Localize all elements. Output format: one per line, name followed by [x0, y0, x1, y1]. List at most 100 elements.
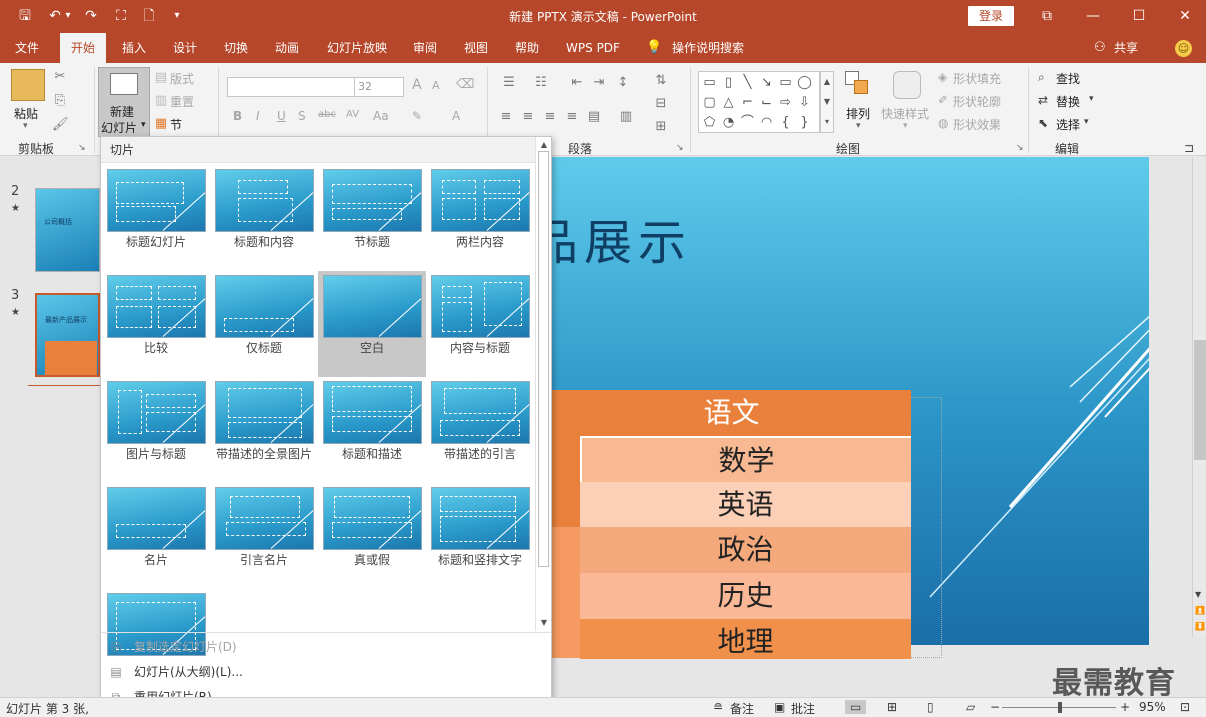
- quick-styles-dropdown-icon[interactable]: ▾: [903, 121, 908, 131]
- scroll-down-icon[interactable]: ▼: [1195, 590, 1201, 599]
- layout-option[interactable]: 比较: [102, 271, 210, 377]
- text-shadow-icon[interactable]: S: [298, 109, 306, 123]
- layout-option[interactable]: 节标题: [318, 165, 426, 271]
- reading-view-icon[interactable]: ▯: [927, 700, 934, 714]
- shape-effects-icon[interactable]: ◍: [938, 116, 948, 130]
- close-button[interactable]: ✕: [1170, 4, 1200, 28]
- reset-label[interactable]: 重置: [170, 93, 194, 110]
- change-case-icon[interactable]: Aa: [373, 109, 389, 123]
- connector-shape-icon[interactable]: ⌐: [739, 94, 756, 111]
- layout-option[interactable]: 真或假: [318, 483, 426, 589]
- start-from-beginning-icon[interactable]: ⛶: [110, 6, 132, 26]
- more-shapes-icon[interactable]: ▾: [821, 112, 833, 132]
- drawing-launcher-icon[interactable]: ↘: [1016, 143, 1024, 153]
- scroll-down-icon[interactable]: ▼: [821, 92, 833, 112]
- find-icon[interactable]: ⌕: [1038, 70, 1045, 85]
- slide-sorter-icon[interactable]: ⊞: [887, 700, 897, 714]
- font-size-combo[interactable]: 32: [354, 77, 404, 97]
- strikethrough-icon[interactable]: abc: [318, 109, 336, 120]
- arrange-dropdown-icon[interactable]: ▾: [856, 121, 861, 131]
- paste-icon[interactable]: [11, 69, 45, 101]
- shape-outline-icon[interactable]: ✐: [938, 93, 948, 107]
- layout-option[interactable]: 标题和竖排文字: [426, 483, 534, 589]
- notes-button[interactable]: 备注: [730, 700, 754, 717]
- login-button[interactable]: 登录: [968, 6, 1014, 26]
- reset-icon[interactable]: ▥: [154, 93, 168, 108]
- distributed-icon[interactable]: ▤: [585, 109, 603, 124]
- tab-file[interactable]: 文件: [4, 33, 50, 63]
- justify-icon[interactable]: ≡: [563, 109, 581, 124]
- feedback-smiley-icon[interactable]: ☺: [1175, 40, 1192, 57]
- scrollbar-thumb[interactable]: [538, 151, 549, 567]
- slideshow-view-icon[interactable]: ▱: [966, 700, 975, 714]
- next-slide-icon[interactable]: ⏬: [1195, 622, 1205, 631]
- arrow-line-shape-icon[interactable]: ↘: [758, 74, 775, 91]
- normal-view-icon[interactable]: ▭: [845, 700, 867, 714]
- fit-to-window-icon[interactable]: ⊡: [1180, 700, 1190, 714]
- previous-slide-icon[interactable]: ⏫: [1195, 606, 1205, 615]
- layout-option[interactable]: 标题和描述: [318, 377, 426, 483]
- slide-title[interactable]: 品展示: [530, 203, 692, 273]
- shape-outline-label[interactable]: 形状轮廓: [953, 93, 1001, 110]
- line-spacing-icon[interactable]: ↕: [613, 75, 633, 90]
- slides-from-outline-menu-item[interactable]: ▤ 幻灯片(从大纲)(L)...: [101, 660, 535, 684]
- paste-label[interactable]: 粘贴: [14, 105, 38, 122]
- tab-design[interactable]: 设计: [162, 33, 208, 63]
- layout-option[interactable]: 名片: [102, 483, 210, 589]
- columns-icon[interactable]: ▥: [617, 109, 635, 124]
- paste-dropdown-icon[interactable]: ▾: [23, 121, 28, 131]
- new-file-icon[interactable]: 🗋: [138, 6, 160, 26]
- replace-dropdown-icon[interactable]: ▾: [1089, 94, 1094, 104]
- convert-smartart-icon[interactable]: ⊞: [651, 119, 671, 134]
- shrink-font-icon[interactable]: A: [432, 79, 440, 92]
- zoom-out-icon[interactable]: −: [990, 700, 1000, 714]
- quick-styles-icon[interactable]: [893, 71, 921, 99]
- table-row[interactable]: 数学: [580, 436, 911, 482]
- oval-shape-icon[interactable]: ◯: [796, 74, 813, 91]
- shapes-gallery[interactable]: ▭ ▯ ╲ ↘ ▭ ◯ ▢ △ ⌐ ⌙ ⇨ ⇩ ⬠ ◔ ⌒ ◠ { }: [698, 71, 820, 133]
- scroll-up-icon[interactable]: ▲: [821, 72, 833, 92]
- quick-styles-label[interactable]: 快速样式: [881, 105, 929, 122]
- shape-effects-label[interactable]: 形状效果: [953, 116, 1001, 133]
- align-left-icon[interactable]: ≡: [497, 109, 515, 124]
- align-text-icon[interactable]: ⊟: [651, 96, 671, 111]
- tab-help[interactable]: 帮助: [504, 33, 550, 63]
- scroll-down-icon[interactable]: ▼: [538, 617, 550, 629]
- tab-slideshow[interactable]: 幻灯片放映: [318, 33, 396, 63]
- replace-label[interactable]: 替换: [1056, 93, 1080, 110]
- minimize-button[interactable]: —: [1078, 4, 1108, 28]
- tab-transitions[interactable]: 切换: [213, 33, 259, 63]
- layout-option[interactable]: 带描述的引言: [426, 377, 534, 483]
- gallery-scrollbar[interactable]: ▲ ▼: [535, 137, 551, 631]
- new-slide-button[interactable]: 新建 幻灯片 ▾: [98, 67, 150, 137]
- zoom-in-icon[interactable]: +: [1120, 700, 1130, 714]
- zoom-level[interactable]: 95%: [1139, 700, 1166, 714]
- decrease-indent-icon[interactable]: ⇤: [567, 75, 587, 90]
- layout-option[interactable]: 引言名片: [210, 483, 318, 589]
- textbox-shape-icon[interactable]: ▭: [701, 74, 718, 91]
- right-arrow-shape-icon[interactable]: ⇨: [777, 94, 794, 111]
- tab-animations[interactable]: 动画: [264, 33, 310, 63]
- scrollbar-thumb[interactable]: [1194, 340, 1206, 460]
- char-spacing-icon[interactable]: AV: [346, 109, 359, 120]
- left-brace-shape-icon[interactable]: {: [777, 114, 794, 131]
- slide-thumbnail-3[interactable]: 最新产品展示: [35, 293, 100, 377]
- clipboard-launcher-icon[interactable]: ↘: [78, 143, 86, 153]
- layout-label[interactable]: 版式: [170, 70, 194, 87]
- layout-option[interactable]: 标题幻灯片: [102, 165, 210, 271]
- slide-thumbnail-2[interactable]: 公司概括: [35, 188, 100, 272]
- ribbon-display-options-icon[interactable]: ⧉: [1032, 4, 1062, 28]
- undo-dropdown-icon[interactable]: ▾: [62, 6, 74, 26]
- font-color-icon[interactable]: A: [452, 109, 460, 123]
- section-label[interactable]: 节: [170, 116, 182, 133]
- layout-option[interactable]: 图片与标题: [102, 377, 210, 483]
- align-center-icon[interactable]: ≡: [519, 109, 537, 124]
- layout-option[interactable]: 标题和内容: [210, 165, 318, 271]
- tab-insert[interactable]: 插入: [111, 33, 157, 63]
- table-row[interactable]: 历史: [580, 573, 911, 619]
- collapse-ribbon-icon[interactable]: ⊐: [1184, 141, 1194, 155]
- down-arrow-shape-icon[interactable]: ⇩: [796, 94, 813, 111]
- copy-icon[interactable]: ⎘: [52, 93, 68, 108]
- redo-icon[interactable]: ↷: [80, 6, 102, 26]
- shape-fill-label[interactable]: 形状填充: [953, 70, 1001, 87]
